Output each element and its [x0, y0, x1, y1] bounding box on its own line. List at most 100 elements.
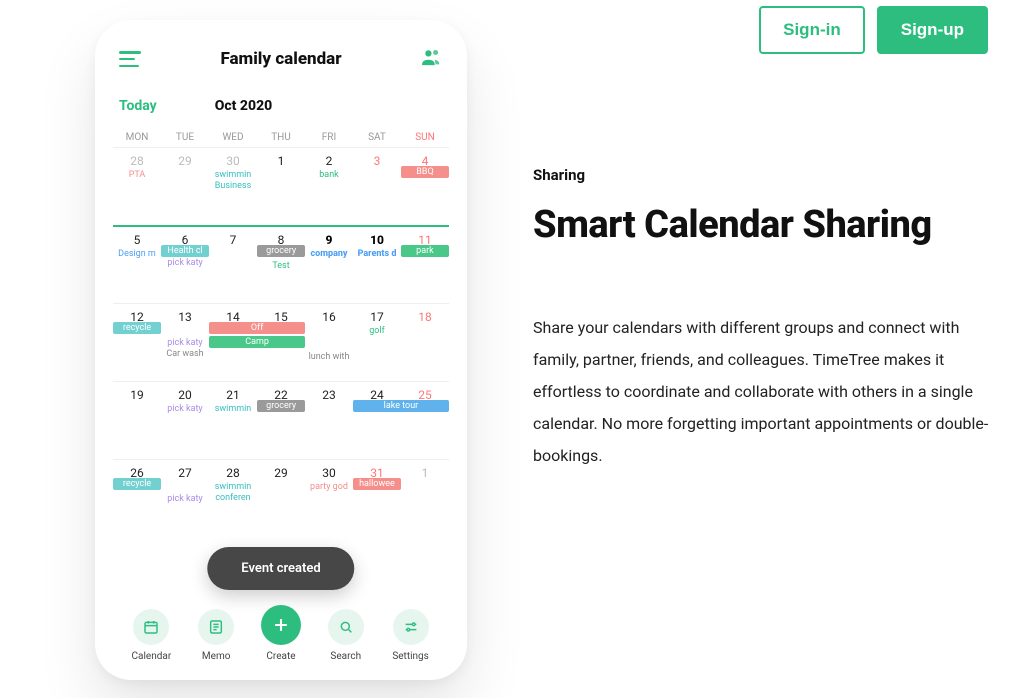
bottom-nav: Calendar Memo Create Search Settings	[113, 585, 449, 666]
event-text[interactable]: conferen	[209, 493, 257, 504]
event-text[interactable]: Test	[257, 261, 305, 272]
month-label: Oct 2020	[215, 98, 273, 114]
weekday-tue: TUE	[161, 132, 209, 143]
calendar-grid: 28PTA 29 30swimminBusiness 1 2bank 3 4 B…	[113, 147, 449, 585]
day-cell[interactable]: 29	[257, 464, 305, 537]
day-cell[interactable]: 16lunch with	[305, 308, 353, 381]
event-bar[interactable]: park	[401, 245, 449, 257]
nav-create[interactable]: Create	[253, 605, 309, 662]
day-cell[interactable]: 11	[401, 231, 449, 303]
week-row: 5Design m 6 7 8Test 9company 10Parents d…	[113, 225, 449, 303]
day-cell[interactable]: 1	[257, 152, 305, 225]
event-text[interactable]: PTA	[113, 170, 161, 181]
toast-event-created: Event created	[207, 547, 354, 590]
event-text[interactable]: pick katy	[161, 338, 209, 349]
day-cell[interactable]: 5Design m	[113, 231, 161, 303]
day-cell-selected[interactable]: 10Parents d	[353, 231, 401, 303]
event-text[interactable]: swimmin	[209, 404, 257, 415]
section-headline: Smart Calendar Sharing	[533, 202, 1003, 250]
event-text[interactable]: bank	[305, 170, 353, 181]
day-cell[interactable]: 29	[161, 152, 209, 225]
nav-search[interactable]: Search	[318, 609, 374, 662]
day-cell[interactable]: 18	[401, 308, 449, 381]
auth-buttons: Sign-in Sign-up	[759, 6, 988, 54]
weekday-sun: SUN	[401, 132, 449, 143]
calendar-icon	[133, 609, 169, 645]
hamburger-icon[interactable]	[119, 51, 141, 67]
day-cell[interactable]: 30party god	[305, 464, 353, 537]
event-text[interactable]: pick katy	[161, 258, 209, 269]
day-cell[interactable]: 4	[401, 152, 449, 225]
day-cell[interactable]: 12	[113, 308, 161, 381]
today-button[interactable]: Today	[119, 98, 157, 114]
weekday-thu: THU	[257, 132, 305, 143]
plus-icon	[261, 605, 301, 645]
nav-settings[interactable]: Settings	[383, 609, 439, 662]
day-cell[interactable]: 1	[401, 464, 449, 537]
day-cell[interactable]: 23	[305, 386, 353, 459]
day-cell[interactable]: 28PTA	[113, 152, 161, 225]
phone-mock: Family calendar Today Oct 2020 MON TUE W…	[95, 20, 467, 680]
event-text[interactable]: party god	[305, 482, 353, 493]
signup-button[interactable]: Sign-up	[877, 6, 988, 54]
nav-calendar[interactable]: Calendar	[123, 609, 179, 662]
event-text[interactable]: lunch with	[305, 352, 353, 363]
nav-label: Search	[330, 651, 361, 662]
week-row: 26 27pick katy 28swimminconferen 29 30pa…	[113, 459, 449, 537]
day-cell[interactable]: 8Test	[257, 231, 305, 303]
day-cell[interactable]: 21swimmin	[209, 386, 257, 459]
nav-label: Memo	[202, 651, 231, 662]
day-cell[interactable]: 30swimminBusiness	[209, 152, 257, 225]
event-text[interactable]: Car wash	[161, 349, 209, 360]
day-cell[interactable]: 26	[113, 464, 161, 537]
event-bar[interactable]: Off	[209, 322, 305, 334]
day-cell[interactable]: 25	[401, 386, 449, 459]
signin-button[interactable]: Sign-in	[759, 6, 865, 54]
event-text[interactable]: golf	[353, 326, 401, 337]
day-cell[interactable]: 17golf	[353, 308, 401, 381]
event-text[interactable]: Design m	[113, 249, 161, 260]
day-cell[interactable]: 27pick katy	[161, 464, 209, 537]
sliders-icon	[393, 609, 429, 645]
weekday-row: MON TUE WED THU FRI SAT SUN	[113, 132, 449, 143]
event-bar[interactable]: BBQ	[401, 166, 449, 178]
day-cell[interactable]: 3	[353, 152, 401, 225]
event-text[interactable]: Parents d	[353, 249, 401, 260]
day-cell[interactable]: 24	[353, 386, 401, 459]
event-bar[interactable]: recycle	[113, 322, 161, 334]
event-bar[interactable]: lake tour	[353, 400, 449, 412]
event-bar[interactable]: hallowee	[353, 478, 401, 490]
event-text[interactable]: Business	[209, 181, 257, 192]
day-cell[interactable]: 13pick katyCar wash	[161, 308, 209, 381]
nav-label: Calendar	[132, 651, 172, 662]
weekday-sat: SAT	[353, 132, 401, 143]
day-cell[interactable]: 7	[209, 231, 257, 303]
search-icon	[328, 609, 364, 645]
day-cell[interactable]: 22	[257, 386, 305, 459]
event-bar[interactable]: Camp	[209, 336, 305, 348]
event-text[interactable]: company	[305, 249, 353, 260]
event-text[interactable]: pick katy	[161, 404, 209, 415]
day-cell[interactable]: 9company	[305, 231, 353, 303]
people-icon[interactable]	[421, 48, 443, 70]
day-cell[interactable]: 19	[113, 386, 161, 459]
event-bar[interactable]: recycle	[113, 478, 161, 490]
nav-memo[interactable]: Memo	[188, 609, 244, 662]
week-row: 19 20pick katy 21swimmin 22 23 24 25 gro…	[113, 381, 449, 459]
event-text[interactable]: swimmin	[209, 170, 257, 181]
event-text[interactable]: swimmin	[209, 482, 257, 493]
weekday-mon: MON	[113, 132, 161, 143]
event-text[interactable]: pick katy	[161, 494, 209, 505]
event-bar[interactable]: grocery	[257, 245, 305, 257]
week-row: 12 13pick katyCar wash 14 15 16lunch wit…	[113, 303, 449, 381]
weekday-fri: FRI	[305, 132, 353, 143]
event-bar[interactable]: Health cl	[161, 245, 209, 257]
day-cell[interactable]: 31	[353, 464, 401, 537]
nav-label: Create	[266, 651, 295, 662]
day-cell[interactable]: 28swimminconferen	[209, 464, 257, 537]
event-bar[interactable]: grocery	[257, 400, 305, 412]
day-cell[interactable]: 2bank	[305, 152, 353, 225]
calendar-title: Family calendar	[220, 49, 341, 69]
day-cell[interactable]: 20pick katy	[161, 386, 209, 459]
phone-header: Family calendar	[119, 48, 443, 70]
